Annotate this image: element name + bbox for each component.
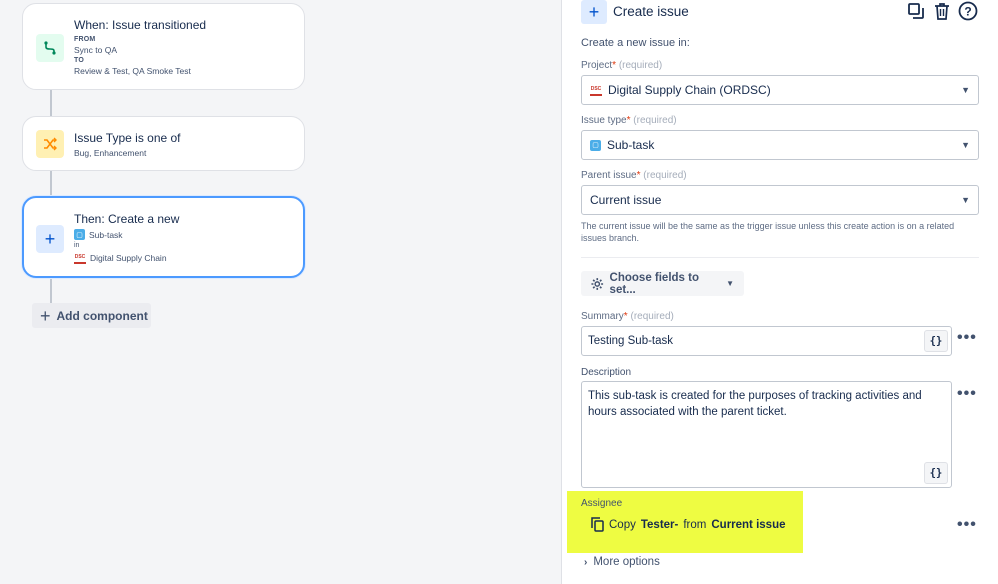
- from-label: FROM: [74, 36, 96, 43]
- project-select[interactable]: DSC Digital Supply Chain (ORDSC) ▼: [581, 75, 979, 105]
- chevron-down-icon: ▼: [961, 85, 970, 95]
- required-star: *: [626, 115, 631, 126]
- issue-type-select[interactable]: ▢ Sub-task ▼: [581, 130, 979, 160]
- summary-input-value: Testing Sub-task: [588, 335, 674, 347]
- parent-label-text: Parent issue: [581, 170, 637, 181]
- section-divider: [581, 257, 979, 258]
- chevron-down-icon: ▼: [961, 140, 970, 150]
- required-text: (required): [643, 170, 687, 181]
- condition-card[interactable]: Issue Type is one of Bug, Enhancement: [22, 116, 305, 171]
- required-star: *: [636, 170, 641, 181]
- action-issue-type: ▢ Sub-task: [74, 229, 123, 240]
- assignee-label: Assignee: [581, 498, 623, 509]
- assignee-source: Current issue: [711, 518, 786, 531]
- assignee-from-text: from: [683, 518, 707, 531]
- assignee-copy-text: Copy: [609, 518, 636, 531]
- trash-icon[interactable]: [932, 1, 952, 21]
- project-logo-icon: DSC: [590, 84, 602, 96]
- connector-line: [50, 89, 52, 116]
- parent-help-text: The current issue will be the same as th…: [581, 221, 955, 243]
- from-value: Sync to QA: [74, 45, 117, 55]
- chevron-down-icon: ▼: [726, 279, 734, 288]
- trigger-title: When: Issue transitioned: [74, 18, 207, 32]
- required-text: (required): [630, 311, 674, 322]
- assignee-more-icon[interactable]: •••: [957, 516, 977, 534]
- action-card[interactable]: + Then: Create a new ▢ Sub-task in DSC D…: [22, 196, 305, 278]
- required-text: (required): [618, 60, 663, 71]
- action-issue-type-label: Sub-task: [89, 229, 123, 240]
- transition-icon: [36, 34, 64, 62]
- chevron-down-icon: ▼: [961, 195, 970, 205]
- gear-icon: [591, 277, 604, 290]
- choose-fields-button[interactable]: Choose fields to set... ▼: [581, 271, 744, 296]
- connector-line: [50, 170, 52, 197]
- parent-issue-select[interactable]: Current issue ▼: [581, 185, 979, 215]
- subtask-icon: ▢: [74, 229, 85, 240]
- add-component-button[interactable]: + Add component: [32, 303, 151, 328]
- summary-more-icon[interactable]: •••: [957, 329, 977, 347]
- parent-field-label: Parent issue* (required): [581, 170, 687, 181]
- smart-value-button[interactable]: {}: [924, 462, 948, 484]
- summary-input[interactable]: Testing Sub-task {}: [581, 326, 952, 356]
- to-value: Review & Test, QA Smoke Test: [74, 66, 191, 76]
- assignee-value[interactable]: Copy Tester- from Current issue: [591, 517, 786, 532]
- description-label: Description: [581, 367, 632, 378]
- choose-fields-label: Choose fields to set...: [609, 271, 699, 296]
- required-text: (required): [633, 115, 677, 126]
- plus-icon: +: [581, 0, 607, 24]
- plus-icon: +: [40, 305, 51, 326]
- description-more-icon[interactable]: •••: [957, 385, 977, 403]
- subtask-icon: ▢: [590, 139, 601, 151]
- project-select-value: Digital Supply Chain (ORDSC): [608, 83, 771, 97]
- action-project-label: Digital Supply Chain: [90, 253, 167, 263]
- more-options-label: More options: [593, 556, 660, 568]
- smart-value-button[interactable]: {}: [924, 330, 948, 352]
- intro-text: Create a new issue in:: [581, 37, 690, 49]
- project-field-label: Project* (required): [581, 60, 662, 71]
- summary-field-label: Summary* (required): [581, 311, 674, 322]
- issue-type-label-text: Issue type: [581, 115, 627, 126]
- connector-line: [50, 277, 52, 304]
- issue-type-select-value: Sub-task: [607, 138, 655, 152]
- more-options-toggle[interactable]: › More options: [584, 556, 660, 568]
- description-textarea[interactable]: This sub-task is created for the purpose…: [581, 381, 952, 488]
- issue-type-field-label: Issue type* (required): [581, 115, 677, 126]
- parent-select-value: Current issue: [590, 193, 662, 207]
- condition-title: Issue Type is one of: [74, 131, 181, 145]
- action-project: DSC Digital Supply Chain: [74, 252, 167, 264]
- automation-canvas: When: Issue transitioned FROM Sync to QA…: [0, 0, 562, 584]
- trigger-card[interactable]: When: Issue transitioned FROM Sync to QA…: [22, 3, 305, 90]
- project-label-text: Project: [581, 60, 613, 71]
- assignee-field-name: Tester-: [640, 518, 679, 531]
- panel-title: Create issue: [613, 4, 689, 19]
- copy-icon[interactable]: [906, 1, 926, 21]
- shuffle-icon: [36, 130, 64, 158]
- action-title: Then: Create a new: [74, 212, 180, 226]
- summary-label-text: Summary: [581, 311, 624, 322]
- description-value: This sub-task is created for the purpose…: [588, 390, 922, 418]
- required-star: *: [612, 60, 617, 71]
- condition-values: Bug, Enhancement: [74, 148, 147, 158]
- panel-actions: ?: [906, 1, 978, 21]
- copy-icon: [591, 517, 604, 532]
- chevron-right-icon: ›: [584, 556, 588, 568]
- to-label: TO: [74, 57, 84, 64]
- action-in-label: in: [74, 242, 80, 249]
- required-star: *: [623, 311, 628, 322]
- help-icon[interactable]: ?: [958, 1, 978, 21]
- svg-text:?: ?: [964, 5, 971, 19]
- create-issue-panel: + Create issue ? Create a new issue in: …: [563, 0, 998, 584]
- project-logo-icon: DSC: [74, 252, 86, 264]
- add-component-label: Add component: [56, 308, 148, 323]
- plus-icon: +: [36, 225, 64, 253]
